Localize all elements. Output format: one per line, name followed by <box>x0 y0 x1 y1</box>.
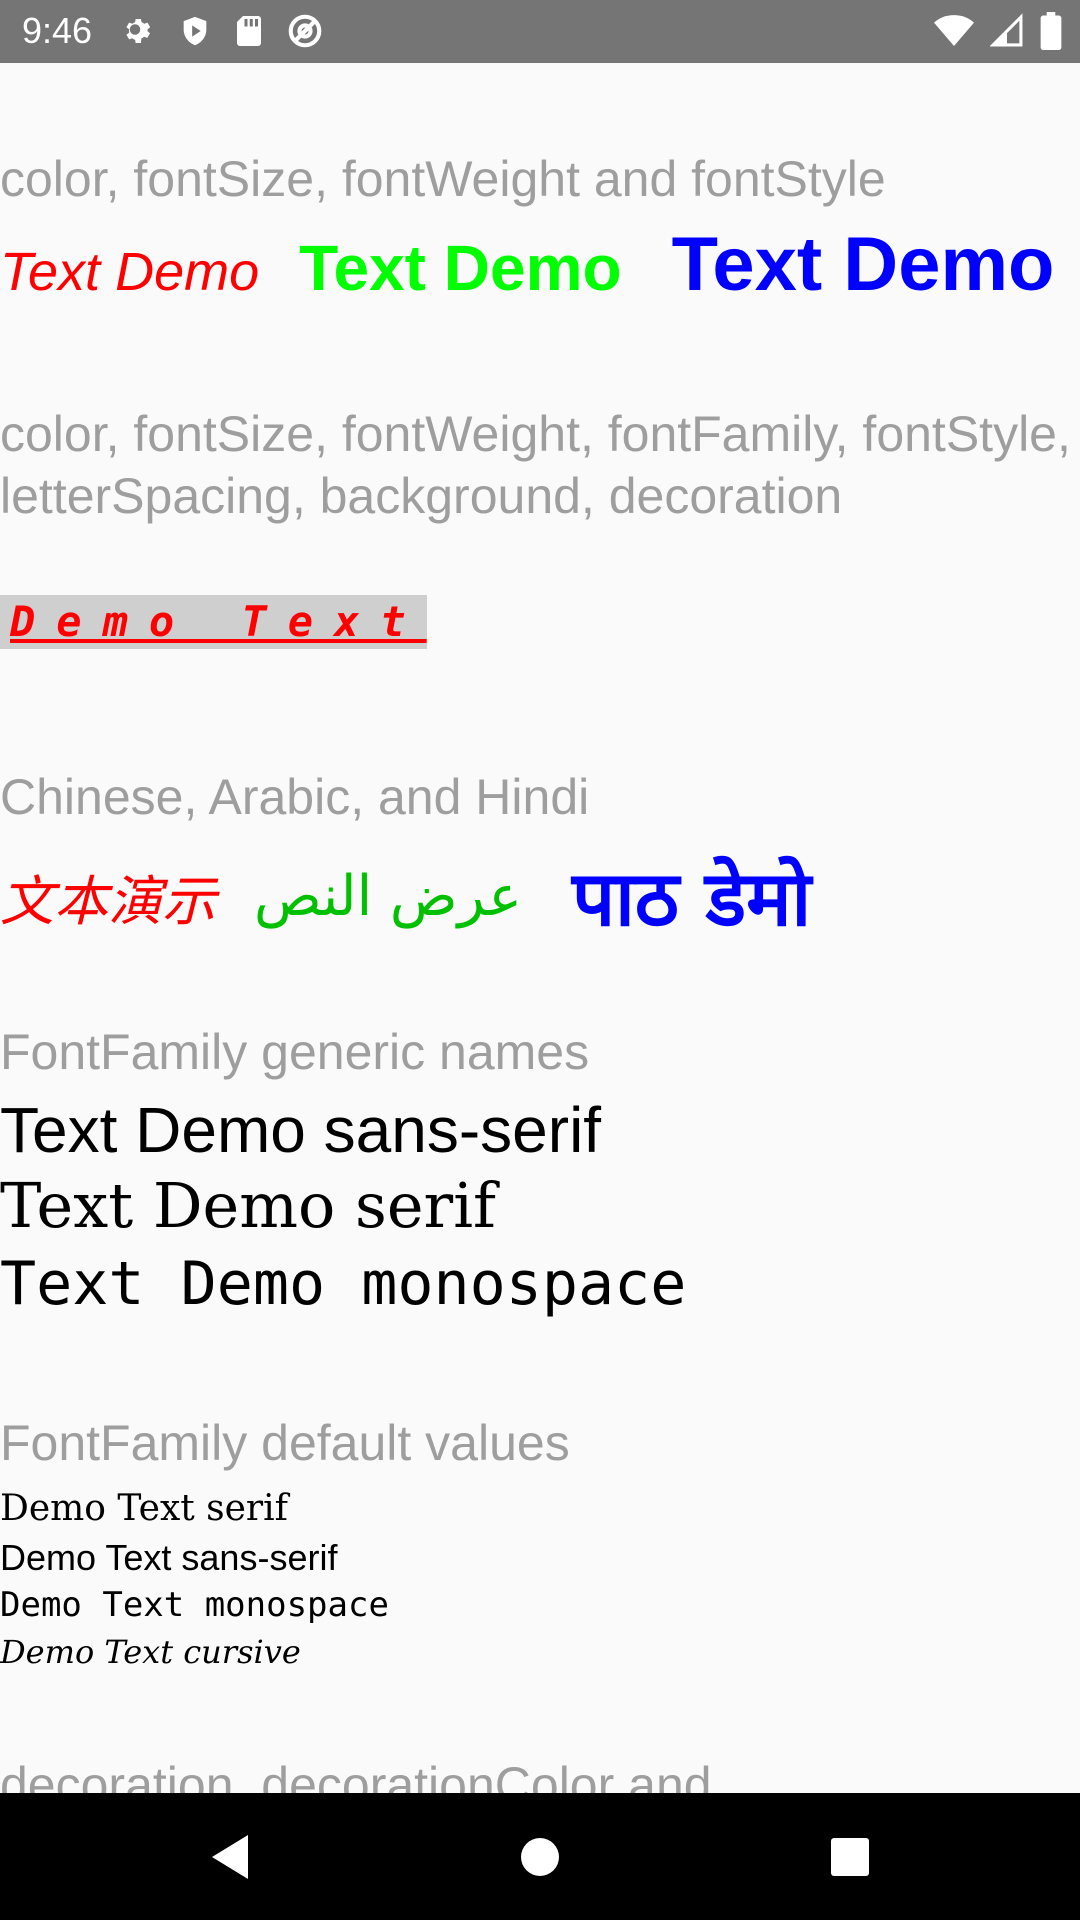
default-serif-text: Demo Text serif <box>0 1488 288 1529</box>
arabic-text: عرض النص <box>254 864 522 929</box>
hindi-text: पाठ डेमो <box>571 854 812 943</box>
status-icons-right <box>934 12 1062 50</box>
navigation-bar <box>0 1793 1080 1920</box>
text-demo-list[interactable]: color, fontSize, fontWeight and fontStyl… <box>0 63 1080 1793</box>
sd-card-icon <box>234 13 264 49</box>
status-icons-left <box>120 12 324 50</box>
recents-button[interactable] <box>810 1793 890 1920</box>
style-demo-row: Text Demo Text Demo Text Demo <box>0 221 1054 308</box>
styled-demo-text: Demo Text <box>0 595 427 649</box>
generic-serif-text: Text Demo serif <box>0 1169 496 1242</box>
back-button[interactable] <box>190 1793 270 1920</box>
status-bar: 9:46 <box>0 0 1080 63</box>
section-heading-decoration: decoration, decorationColor and <box>0 1757 712 1793</box>
battery-icon <box>1040 12 1062 50</box>
text-demo-blue-large: Text Demo <box>671 222 1055 307</box>
home-button[interactable] <box>500 1793 580 1920</box>
recents-icon <box>829 1836 871 1878</box>
default-cursive-text: Demo Text cursive <box>0 1633 301 1671</box>
text-demo-green-bold: Text Demo <box>299 232 622 304</box>
section-heading-full-style: color, fontSize, fontWeight, fontFamily,… <box>0 406 1071 524</box>
section-heading-default-values: FontFamily default values <box>0 1415 570 1471</box>
gear-icon <box>120 13 156 49</box>
signal-icon <box>990 13 1024 49</box>
section-heading-generic-names: FontFamily generic names <box>0 1024 590 1080</box>
chinese-text: 文本演示 <box>0 870 216 933</box>
section-heading-style: color, fontSize, fontWeight and fontStyl… <box>0 151 886 207</box>
text-demo-light-italic: Text Demo <box>0 242 260 302</box>
at-sign-icon <box>286 12 324 50</box>
status-time: 9:46 <box>22 10 93 51</box>
generic-mono-text: Text Demo monospace <box>0 1249 687 1319</box>
shield-icon <box>178 13 212 49</box>
home-icon <box>518 1835 562 1879</box>
generic-sans-text: Text Demo sans-serif <box>0 1094 602 1166</box>
languages-row: 文本演示 عرض النص पाठ डेमो <box>0 845 811 948</box>
default-mono-text: Demo Text monospace <box>0 1585 389 1625</box>
default-sans-text: Demo Text sans-serif <box>0 1537 338 1578</box>
section-heading-languages: Chinese, Arabic, and Hindi <box>0 769 590 825</box>
wifi-icon <box>934 13 974 49</box>
back-icon <box>208 1833 252 1881</box>
